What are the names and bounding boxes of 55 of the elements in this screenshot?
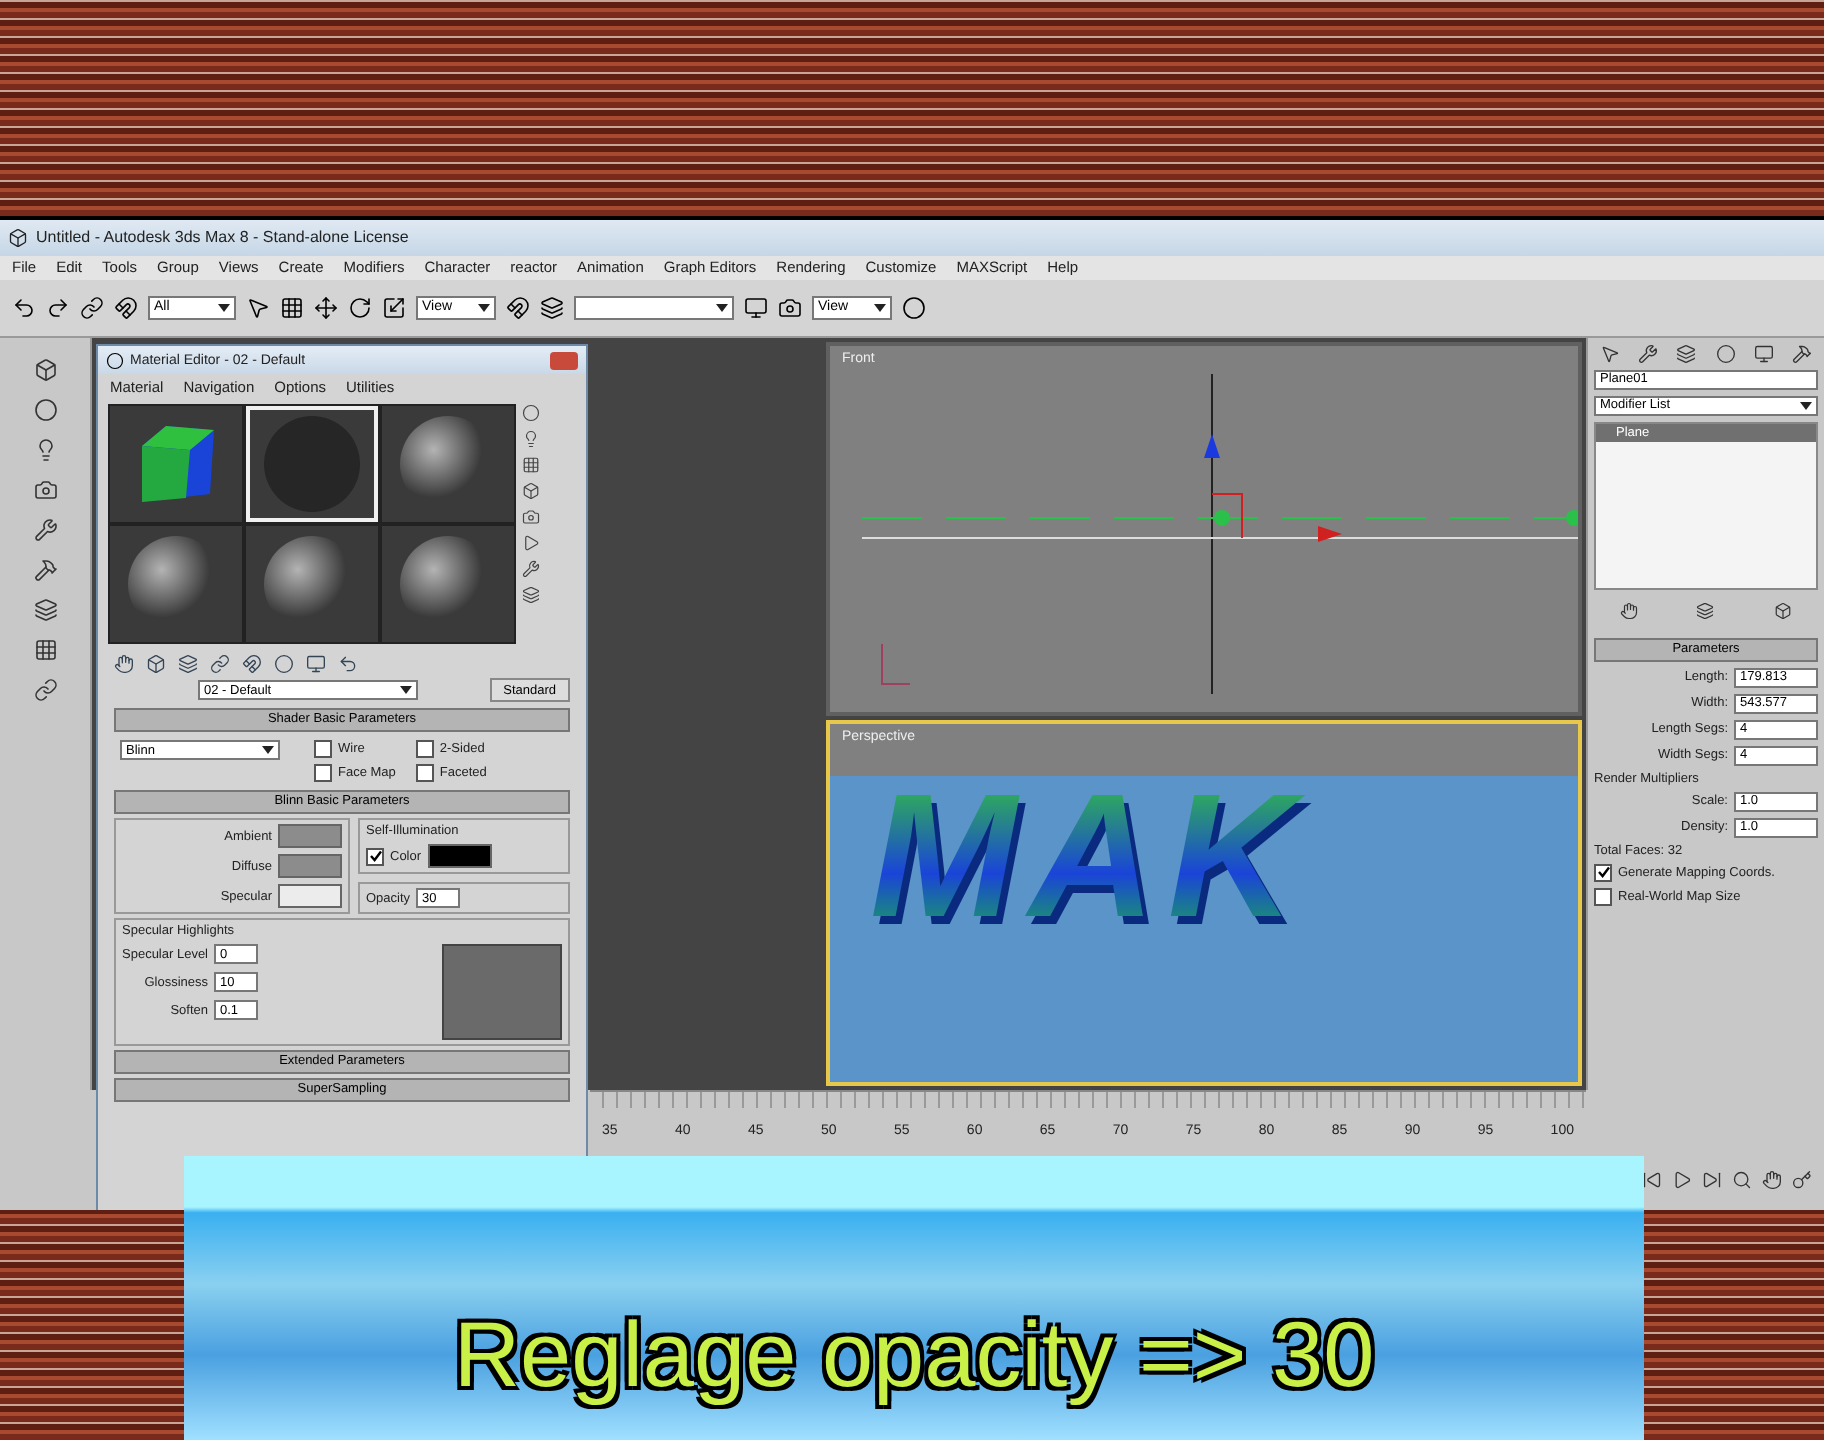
hammer-icon[interactable] <box>33 557 57 582</box>
checkbox[interactable] <box>415 764 434 782</box>
caret-icon <box>218 303 230 312</box>
play-icon[interactable] <box>1672 1170 1692 1191</box>
pointer-icon[interactable] <box>246 295 270 320</box>
skip-forward-icon[interactable] <box>1702 1170 1722 1191</box>
checkbox[interactable] <box>1594 887 1612 906</box>
color-swatch[interactable] <box>278 884 342 908</box>
key-icon[interactable] <box>1792 1170 1812 1191</box>
link-icon[interactable] <box>33 677 57 702</box>
display-icon[interactable] <box>1753 343 1774 364</box>
box-icon[interactable] <box>1773 601 1792 620</box>
box-icon[interactable] <box>33 357 57 382</box>
checkbox[interactable] <box>314 764 332 782</box>
options-icon[interactable] <box>522 560 540 578</box>
camera-icon[interactable] <box>778 295 802 320</box>
close-button[interactable] <box>550 351 578 369</box>
layers-icon[interactable] <box>33 597 57 622</box>
sphere-icon[interactable] <box>33 397 57 422</box>
link-icon[interactable] <box>80 295 104 320</box>
color-swatch[interactable] <box>278 824 342 848</box>
caret-icon <box>716 303 728 312</box>
checkbox[interactable] <box>314 740 332 758</box>
move-icon[interactable] <box>314 295 338 320</box>
hierarchy-icon[interactable] <box>1676 343 1697 364</box>
grid-icon[interactable] <box>280 295 304 320</box>
rotate-icon[interactable] <box>348 295 372 320</box>
color-swatch[interactable] <box>427 844 492 868</box>
magnet-icon[interactable] <box>114 295 138 320</box>
checkbox[interactable] <box>1594 863 1612 882</box>
color-swatch[interactable] <box>278 854 342 878</box>
zoom-icon[interactable] <box>1732 1170 1752 1191</box>
skip-back-icon[interactable] <box>1642 1170 1662 1191</box>
wrench-icon[interactable] <box>33 517 57 542</box>
window-title: Untitled - Autodesk 3ds Max 8 - Stand-alone License <box>36 228 409 247</box>
grid-icon[interactable] <box>33 637 57 662</box>
pan-icon[interactable] <box>1762 1170 1782 1191</box>
redo-icon[interactable] <box>46 295 70 320</box>
undo-icon[interactable] <box>12 295 36 320</box>
checkbox[interactable] <box>415 740 434 758</box>
highlight-curve-preview <box>442 944 562 1040</box>
scale-icon[interactable] <box>382 295 406 320</box>
camera-icon[interactable] <box>33 477 57 502</box>
light-icon[interactable] <box>33 437 57 462</box>
caption-text: Reglage opacity => 30 <box>453 1300 1375 1408</box>
caret-icon <box>478 303 490 312</box>
checkbox[interactable] <box>366 847 384 865</box>
caret-icon <box>400 686 412 694</box>
selection-set-dropdown[interactable] <box>574 295 734 320</box>
caret-icon <box>1800 401 1812 410</box>
app-icon <box>8 227 28 248</box>
render-icon[interactable] <box>744 295 768 320</box>
caret-icon <box>262 746 274 754</box>
layers-icon[interactable] <box>540 295 564 320</box>
caret-icon <box>874 303 886 312</box>
